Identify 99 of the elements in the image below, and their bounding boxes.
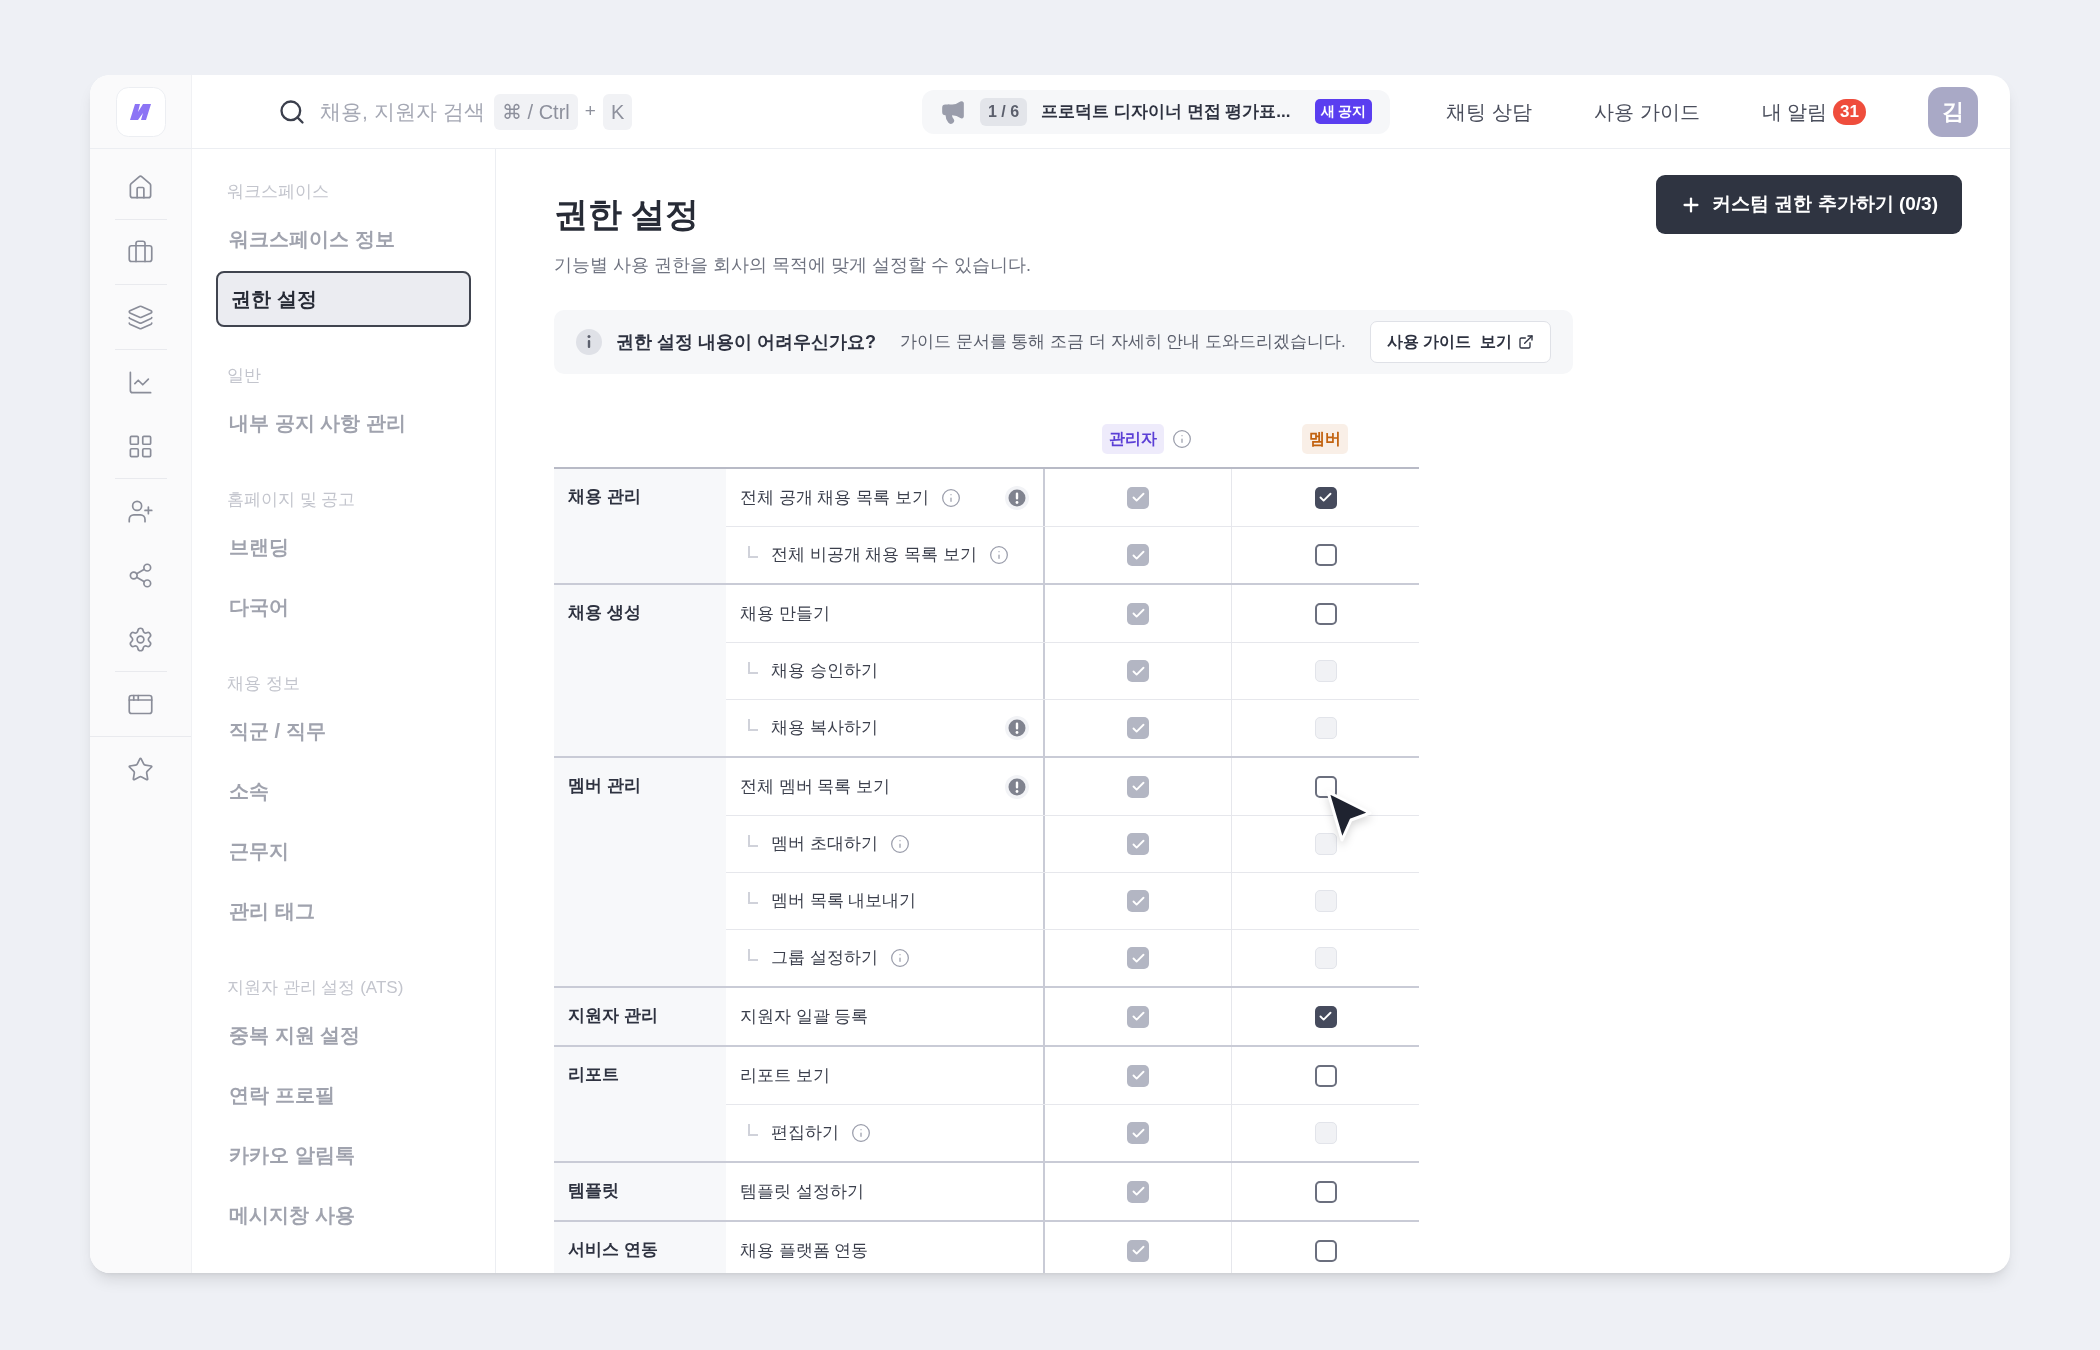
info-icon[interactable]: [988, 545, 1009, 565]
permission-label: 전체 멤버 목록 보기: [740, 775, 891, 798]
info-icon[interactable]: [851, 1123, 871, 1143]
branch-icon: [748, 949, 758, 961]
role-tag: 관리자: [1102, 424, 1164, 454]
permission-label: 그룹 설정하기: [771, 947, 878, 970]
group-label: 서비스 연동: [568, 1240, 658, 1259]
header-link[interactable]: 사용 가이드: [1593, 96, 1700, 127]
group-label: 채용 생성: [568, 603, 641, 622]
add-custom-role-button[interactable]: 커스텀 권한 추가하기 (0/3): [1656, 175, 1962, 234]
check-icon: [1130, 606, 1146, 621]
sidebar-item[interactable]: 직군 / 직무: [216, 703, 471, 759]
branch-icon: [748, 892, 758, 904]
notice-badge: 새 공지: [1314, 99, 1373, 124]
permission-label: 채용 만들기: [740, 602, 830, 625]
permission-label: 편집하기: [771, 1122, 839, 1145]
home-icon[interactable]: [127, 173, 154, 201]
branch-icon: [748, 546, 758, 558]
permission-label: 멤버 초대하기: [771, 833, 878, 856]
app-logo[interactable]: [115, 86, 166, 137]
check-icon: [1318, 490, 1333, 505]
role-tag: 멤버: [1302, 424, 1348, 454]
checkbox[interactable]: [1314, 1064, 1337, 1087]
permission-label: 지원자 일괄 등록: [740, 1005, 869, 1028]
sidebar-item[interactable]: 내부 공지 사항 관리: [216, 395, 471, 451]
megaphone-icon: [940, 98, 966, 125]
sidebar-section-title: 홈페이지 및 공고: [226, 489, 357, 512]
sidebar-item[interactable]: 근무지: [216, 823, 471, 879]
permission-label: 리포트 보기: [740, 1064, 830, 1087]
header-link[interactable]: 채팅 상담: [1446, 96, 1532, 127]
checkbox[interactable]: [1314, 486, 1337, 509]
check-icon: [1130, 1009, 1146, 1024]
keyboard-key: ⌘ / Ctrl: [494, 93, 578, 130]
checkbox[interactable]: [1314, 1180, 1337, 1203]
check-icon: [1130, 1184, 1146, 1199]
permission-label: 전체 비공개 채용 목록 보기: [771, 544, 977, 567]
search-icon[interactable]: [278, 97, 306, 126]
notice-bar[interactable]: 1 / 6 프로덕트 디자이너 면접 평가표... 새 공지: [922, 89, 1391, 134]
group-label: 채용 관리: [568, 487, 641, 506]
group-label: 템플릿: [568, 1181, 619, 1200]
check-icon: [1130, 490, 1146, 505]
guide-button[interactable]: 사용 가이드 보기: [1369, 321, 1552, 363]
group-label: 멤버 관리: [568, 776, 641, 795]
external-link-icon: [1518, 334, 1535, 350]
sidebar-item[interactable]: 카카오 알림톡: [216, 1127, 471, 1183]
check-icon: [1130, 1068, 1146, 1083]
sidebar-item[interactable]: 중복 지원 설정: [216, 1007, 471, 1063]
checkbox[interactable]: [1314, 1239, 1337, 1262]
checkbox[interactable]: [1314, 1005, 1337, 1028]
permission-label: 채용 복사하기: [771, 717, 878, 740]
check-icon: [1318, 1009, 1333, 1024]
sidebar-item[interactable]: 워크스페이스 정보: [216, 211, 471, 267]
search-field[interactable]: 채용, 지원자 검색: [320, 95, 490, 128]
branch-icon: [748, 662, 758, 674]
user-avatar[interactable]: 김: [1928, 86, 1978, 137]
info-icon[interactable]: [940, 487, 961, 508]
sidebar-section-title: 일반: [226, 365, 262, 388]
banner-text: 가이드 문서를 통해 조금 더 자세히 안내 도와드리겠습니다.: [900, 331, 1346, 354]
star-icon[interactable]: [127, 755, 154, 783]
header-link[interactable]: 내 알림: [1761, 96, 1828, 127]
group-label: 리포트: [568, 1065, 619, 1084]
sidebar-item[interactable]: 다국어: [216, 579, 471, 635]
sidebar-item[interactable]: 연락 프로필: [216, 1067, 471, 1123]
permission-label: 멤버 목록 내보내기: [771, 890, 917, 913]
branch-icon: [748, 1124, 758, 1136]
sidebar-section-title: 워크스페이스: [226, 181, 330, 204]
settings-icon[interactable]: [127, 625, 154, 653]
notice-counter: 1 / 6: [980, 97, 1028, 126]
check-icon: [1130, 1243, 1146, 1258]
sidebar-item[interactable]: 브랜딩: [216, 519, 471, 575]
checkbox[interactable]: [1314, 602, 1337, 625]
permission-label: 채용 플랫폼 연동: [740, 1239, 869, 1262]
page-description: 기능별 사용 권한을 회사의 목적에 맞게 설정할 수 있습니다.: [554, 254, 1031, 277]
banner-title: 권한 설정 내용이 어려우신가요?: [616, 330, 876, 354]
info-icon[interactable]: [1172, 429, 1192, 449]
layers-icon[interactable]: [127, 303, 154, 331]
sidebar-section-title: 지원자 관리 설정 (ATS): [226, 977, 405, 1000]
checkbox[interactable]: [1314, 544, 1337, 566]
branch-icon: [748, 835, 758, 847]
share-icon[interactable]: [127, 561, 154, 589]
sidebar-section-title: 채용 정보: [226, 673, 301, 696]
sidebar-item[interactable]: 메시지창 사용: [216, 1187, 471, 1243]
sidebar-item[interactable]: 소속: [216, 763, 471, 819]
page-title: 권한 설정: [554, 194, 701, 235]
check-icon: [1130, 779, 1146, 794]
permission-label: 템플릿 설정하기: [740, 1180, 864, 1203]
notification-count: 31: [1833, 98, 1866, 125]
notice-text: 프로덕트 디자이너 면접 평가표...: [1041, 100, 1291, 123]
keyboard-key: K: [602, 93, 633, 130]
info-icon[interactable]: [889, 834, 910, 854]
permission-label: 전체 공개 채용 목록 보기: [740, 486, 929, 509]
sidebar-item[interactable]: 권한 설정: [216, 271, 471, 327]
sidebar-item[interactable]: 관리 태그: [216, 883, 471, 939]
info-icon: [576, 329, 602, 355]
permission-label: 채용 승인하기: [771, 660, 878, 683]
branch-icon: [748, 719, 758, 731]
info-icon[interactable]: [889, 948, 910, 968]
group-label: 지원자 관리: [568, 1006, 658, 1025]
plus-sign: +: [584, 99, 596, 124]
